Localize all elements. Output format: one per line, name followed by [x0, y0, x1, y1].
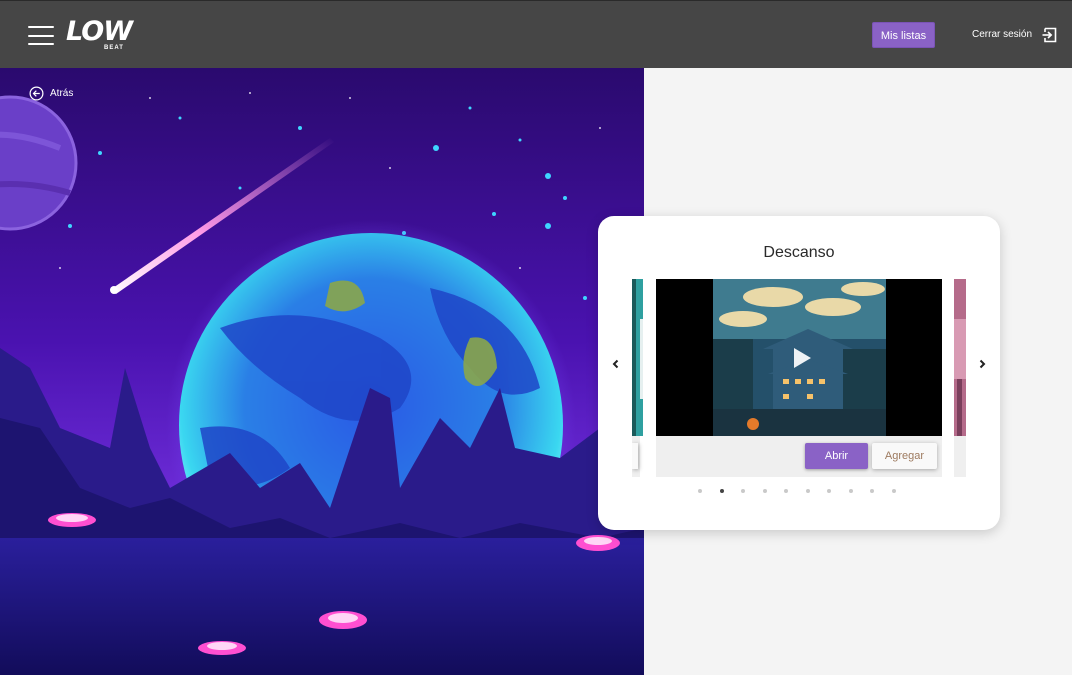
pagination-dot[interactable]	[870, 489, 874, 493]
pagination-dot[interactable]	[741, 489, 745, 493]
pagination-dot[interactable]	[805, 489, 810, 493]
previous-slide-thumbnail[interactable]	[632, 279, 643, 436]
logout-icon[interactable]	[1042, 27, 1058, 43]
card-title: Descanso	[763, 244, 835, 261]
pagination-dot[interactable]	[827, 489, 831, 493]
carousel-pagination	[698, 489, 896, 495]
space-landscape-image: Atrás	[0, 68, 644, 675]
carousel-viewport: Abrir Agregar	[632, 279, 966, 477]
pagination-dot[interactable]	[698, 489, 702, 493]
back-label: Atrás	[50, 88, 74, 99]
previous-slide-button[interactable]	[632, 443, 638, 469]
logout-link[interactable]: Cerrar sesión	[972, 29, 1032, 41]
pagination-dot[interactable]	[762, 489, 767, 493]
pagination-dot[interactable]	[719, 489, 724, 493]
play-icon[interactable]	[788, 345, 814, 371]
back-link[interactable]: Atrás	[29, 86, 73, 101]
add-button[interactable]: Agregar	[872, 443, 937, 469]
next-slide-thumbnail[interactable]	[954, 279, 966, 436]
video-thumbnail[interactable]	[656, 279, 942, 436]
brand-logo[interactable]: LOW BEAT	[66, 16, 133, 55]
pagination-dot[interactable]	[891, 489, 896, 493]
my-lists-button[interactable]: Mis listas	[872, 22, 935, 48]
chevron-left-icon[interactable]	[609, 357, 623, 371]
next-slide-actions	[954, 436, 966, 477]
hamburger-icon[interactable]	[28, 26, 54, 45]
space-illustration	[0, 68, 644, 675]
pagination-dot[interactable]	[848, 489, 853, 493]
top-navbar: LOW BEAT Mis listas Cerrar sesión	[0, 0, 1072, 68]
pagination-dot[interactable]	[784, 489, 788, 493]
logo-sub-text: BEAT	[104, 45, 124, 51]
back-arrow-icon	[29, 86, 44, 101]
logo-main-text: LOW	[66, 16, 133, 47]
open-button[interactable]: Abrir	[805, 443, 868, 469]
chevron-right-icon[interactable]	[975, 357, 989, 371]
playlist-card: Descanso Abrir Agregar	[598, 216, 1000, 530]
